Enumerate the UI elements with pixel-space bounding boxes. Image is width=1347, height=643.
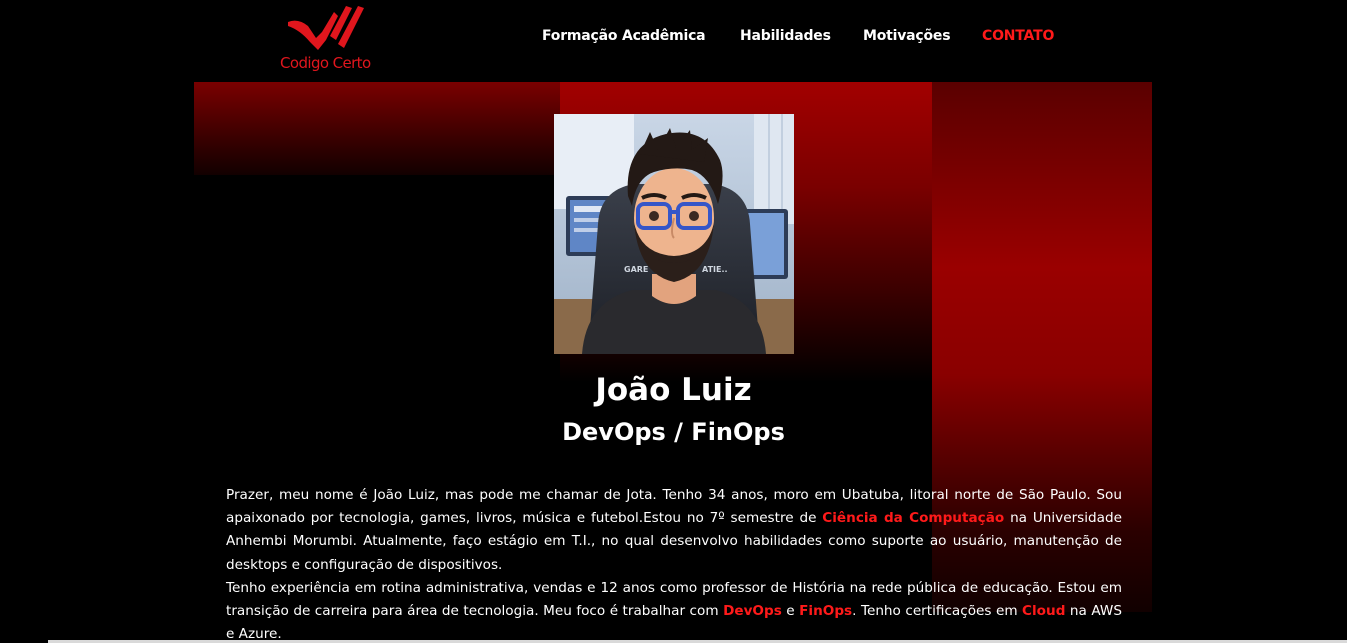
profile-role: DevOps / FinOps [562, 418, 785, 446]
profile-name: João Luiz [595, 372, 752, 408]
bio-section: Prazer, meu nome é João Luiz, mas pode m… [226, 484, 1122, 643]
highlight-cloud: Cloud [1022, 603, 1066, 620]
nav-item-contato[interactable]: CONTATO [982, 28, 1054, 44]
logo-text: Codigo Certo [280, 54, 371, 72]
page: Codigo Certo Formação Acadêmica Habilida… [0, 0, 1347, 643]
bio-text: . Tenho certificações em [852, 603, 1023, 620]
highlight-devops: DevOps [723, 603, 782, 620]
background-left-block [194, 82, 562, 175]
site-header: Codigo Certo Formação Acadêmica Habilida… [0, 0, 1347, 82]
svg-text:ATIE..: ATIE.. [702, 265, 728, 274]
highlight-finops: FinOps [799, 603, 853, 620]
avatar-illustration: GARE ATIE.. [554, 114, 794, 354]
highlight-ciencia-computacao: Ciência da Computação [822, 510, 1005, 527]
main-nav: Formação Acadêmica Habilidades Motivaçõe… [0, 28, 1347, 50]
bio-paragraph-1: Prazer, meu nome é João Luiz, mas pode m… [226, 484, 1122, 577]
svg-text:GARE: GARE [624, 265, 648, 274]
avatar: GARE ATIE.. [554, 114, 794, 354]
bio-paragraph-2: Tenho experiência em rotina administrati… [226, 577, 1122, 643]
nav-item-habilidades[interactable]: Habilidades [740, 28, 831, 44]
nav-item-motivacoes[interactable]: Motivações [863, 28, 951, 44]
bio-text: e [781, 603, 800, 620]
nav-item-formacao-academica[interactable]: Formação Acadêmica [542, 28, 706, 44]
